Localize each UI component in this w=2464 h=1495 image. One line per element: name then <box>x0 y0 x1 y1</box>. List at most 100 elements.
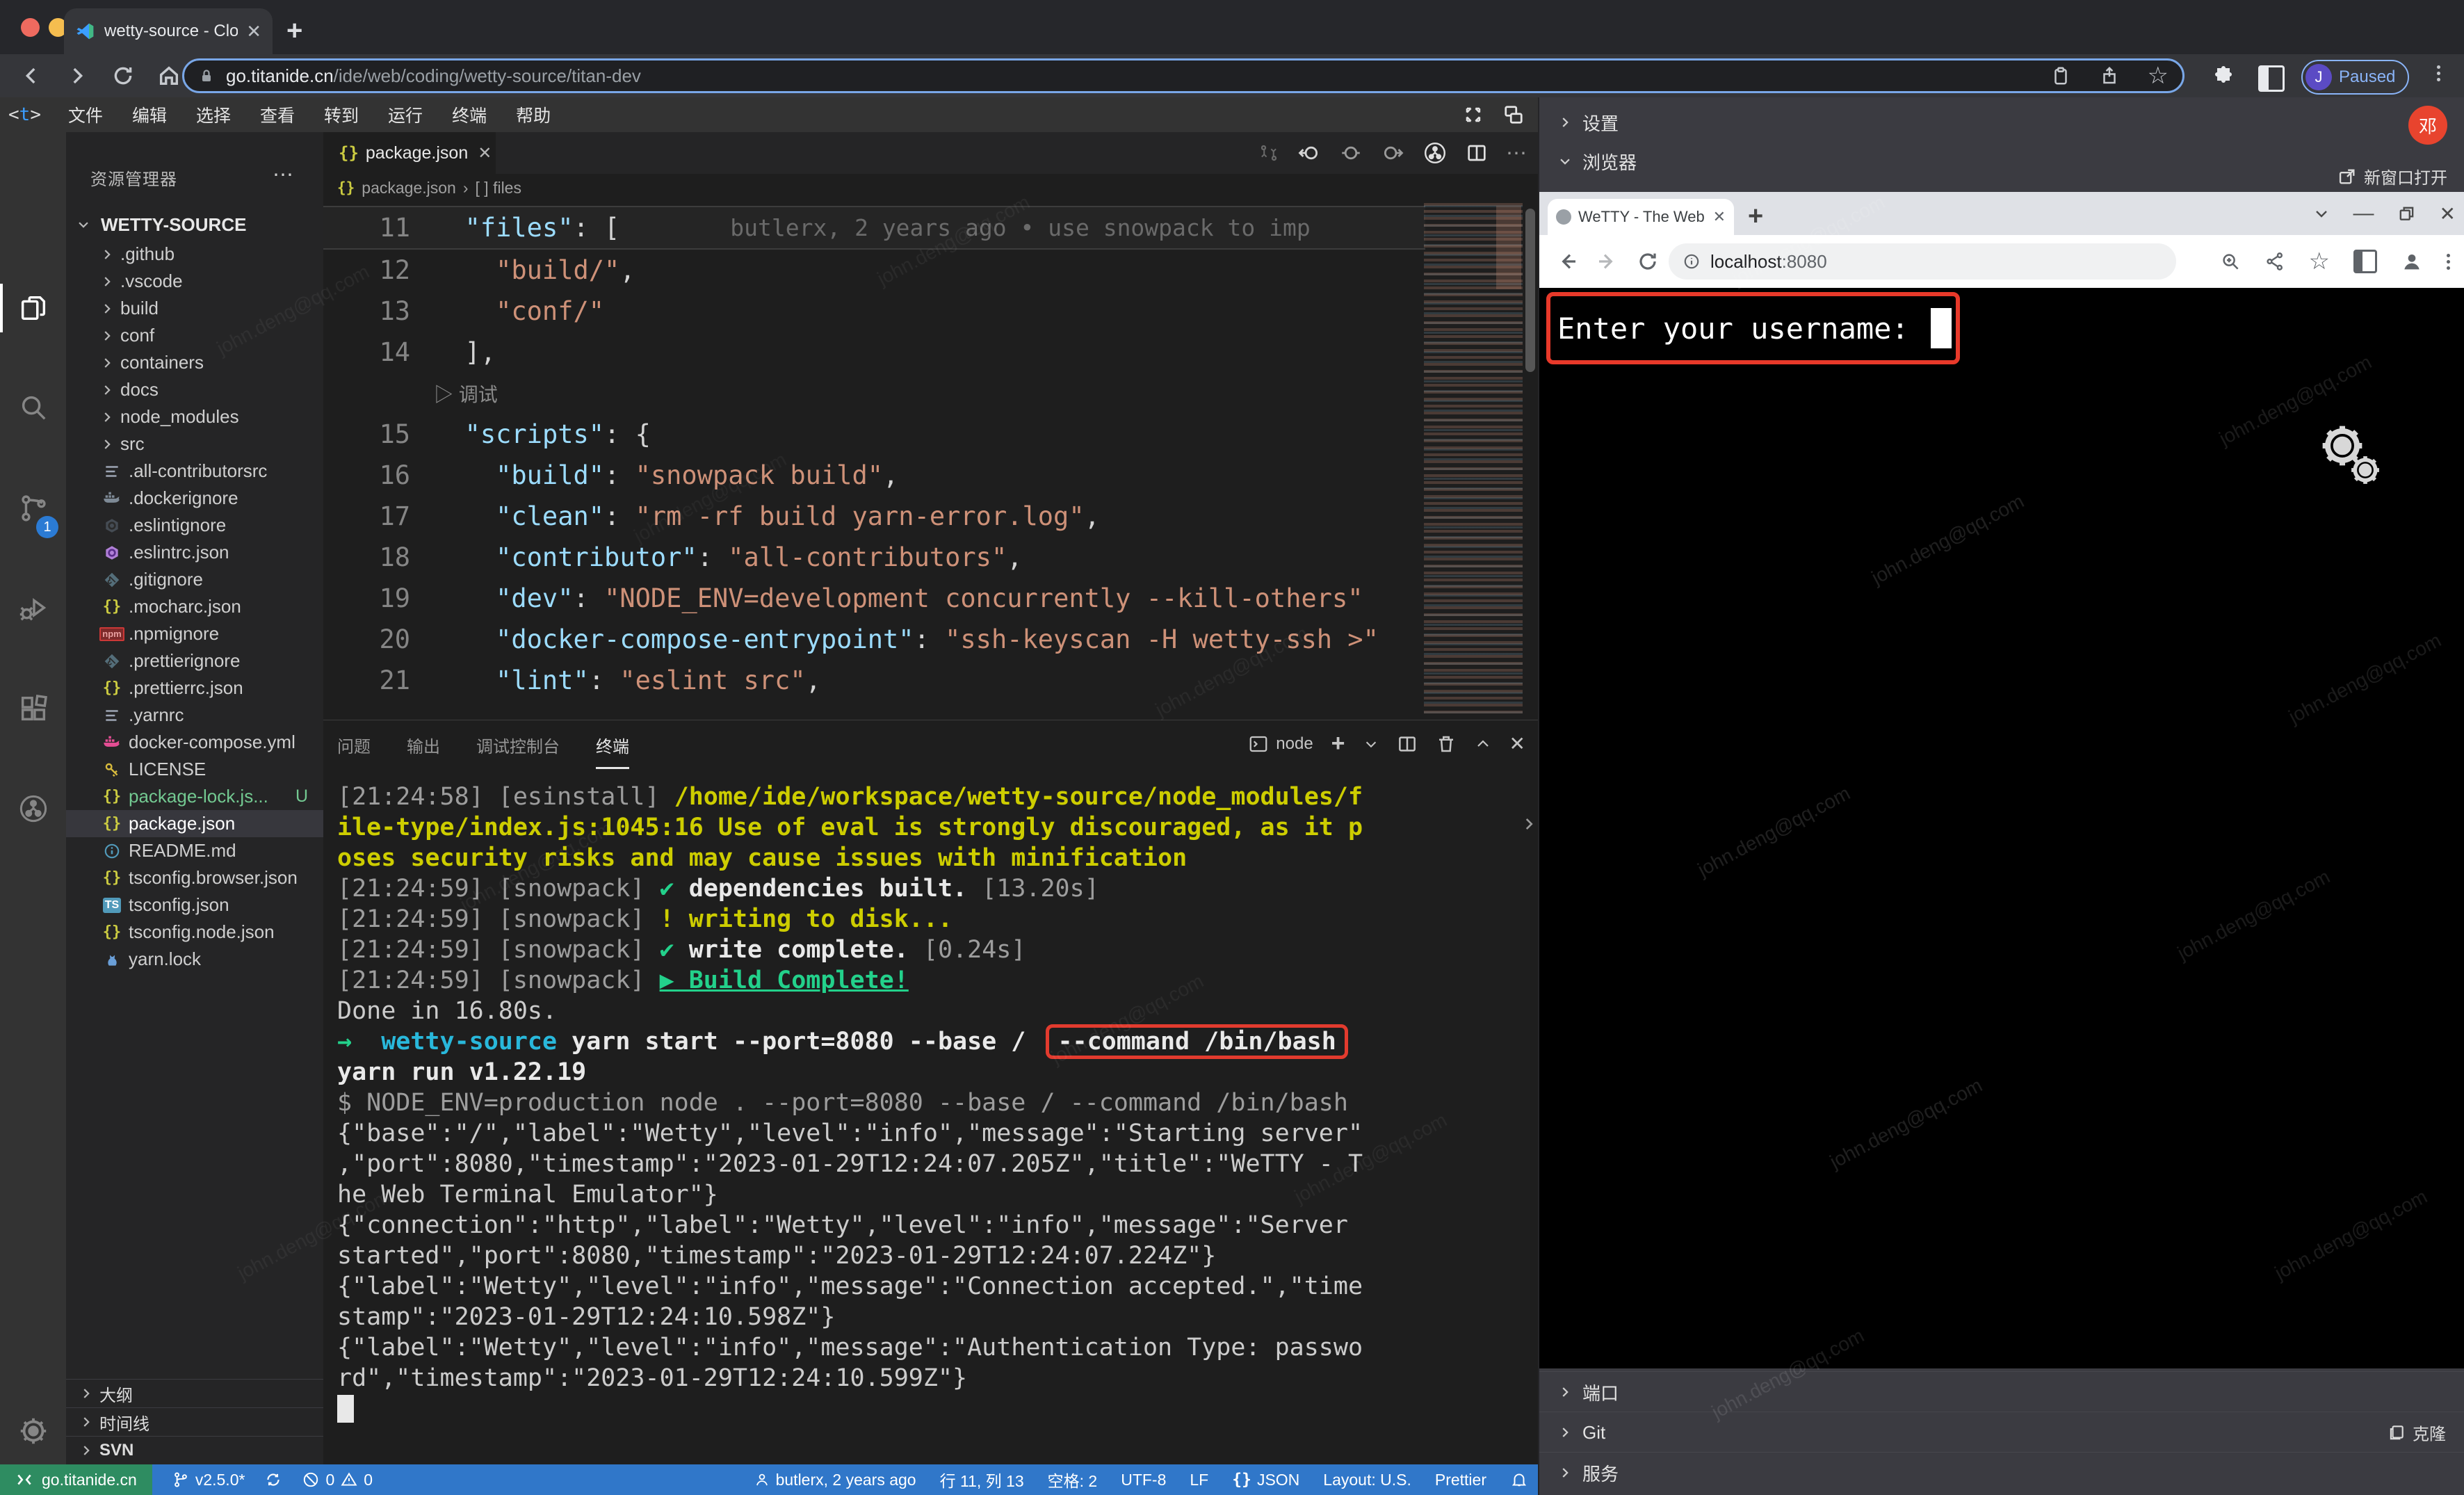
panel-tab-输出[interactable]: 输出 <box>407 733 440 769</box>
clone-button[interactable]: 克隆 <box>2388 1421 2446 1445</box>
new-tab-button[interactable]: + <box>286 15 302 47</box>
problems-status[interactable]: 0 0 <box>302 1471 373 1489</box>
code-line-16[interactable]: 16 "build": "snowpack build", <box>323 455 1425 496</box>
cursor-position[interactable]: 行 11, 列 13 <box>940 1468 1024 1492</box>
zoom-icon[interactable] <box>2220 251 2241 272</box>
side-panel-icon[interactable] <box>2258 65 2285 92</box>
panel-tab-问题[interactable]: 问题 <box>337 733 371 769</box>
layout-windows-icon[interactable] <box>1503 104 1524 125</box>
sync-status[interactable] <box>264 1471 282 1489</box>
nav-back-circle-icon[interactable] <box>1297 141 1321 165</box>
browser-menu-icon[interactable] <box>2437 63 2440 84</box>
code-line-18[interactable]: 18 "contributor": "all-contributors", <box>323 537 1425 578</box>
reload-icon[interactable] <box>111 64 135 88</box>
file-docker-compose.yml[interactable]: docker-compose.yml <box>66 729 323 756</box>
notifications-bell[interactable] <box>1510 1471 1528 1489</box>
address-bar[interactable]: go.titanide.cn/ide/web/coding/wetty-sour… <box>182 58 2185 93</box>
nav-forward-circle-icon[interactable] <box>1381 141 1404 165</box>
file-package-lock.js...[interactable]: {}package-lock.js...U <box>66 783 323 810</box>
bookmark-star-icon[interactable]: ☆ <box>2148 64 2169 88</box>
code-line-15[interactable]: 15 "scripts": { <box>323 414 1425 455</box>
forward-icon[interactable] <box>65 64 89 88</box>
file-.dockerignore[interactable]: .dockerignore <box>66 485 323 512</box>
settings-gear-icon[interactable] <box>17 1415 49 1447</box>
file-.npmignore[interactable]: npm.npmignore <box>66 620 323 647</box>
folder-node_modules[interactable]: node_modules <box>66 403 323 430</box>
open-new-window-button[interactable]: 新窗口打开 <box>2337 164 2447 188</box>
search-icon[interactable] <box>17 391 49 423</box>
tab-close-icon[interactable]: ✕ <box>246 21 261 42</box>
file-.mocharc.json[interactable]: {}.mocharc.json <box>66 593 323 620</box>
profile-button[interactable]: J Paused <box>2301 60 2409 95</box>
sidebar-section-SVN[interactable]: SVN <box>66 1436 323 1464</box>
shell-selector[interactable]: node <box>1248 734 1313 754</box>
editor-tab-packagejson[interactable]: {} package.json ✕ <box>323 132 496 174</box>
fork-circle-icon[interactable] <box>1423 140 1448 165</box>
formatter-status[interactable]: Prettier <box>1435 1471 1486 1489</box>
folder-conf[interactable]: conf <box>66 322 323 349</box>
folder-.vscode[interactable]: .vscode <box>66 268 323 295</box>
menu-item-0[interactable]: 文件 <box>54 102 117 127</box>
file-.eslintignore[interactable]: .eslintignore <box>66 512 323 539</box>
embedded-address-bar[interactable]: localhost:8080 <box>1669 243 2176 280</box>
embedded-restore-icon[interactable] <box>2398 204 2416 223</box>
file-package.json[interactable]: {}package.json <box>66 810 323 837</box>
git-section-header[interactable]: Git 克隆 <box>1539 1412 2464 1453</box>
panel-tab-终端[interactable]: 终端 <box>596 733 629 769</box>
menu-item-1[interactable]: 编辑 <box>117 102 181 127</box>
embedded-close-icon[interactable]: ✕ <box>2440 202 2456 225</box>
file-LICENSE[interactable]: LICENSE <box>66 756 323 783</box>
wetty-settings-gears-icon[interactable] <box>2317 420 2383 488</box>
codelens-row[interactable]: ▷ 调试 <box>323 373 1425 414</box>
editor-tab-close-icon[interactable]: ✕ <box>478 143 492 163</box>
extensions-icon[interactable] <box>17 693 49 725</box>
code-line-20[interactable]: 20 "docker-compose-entrypoint": "ssh-key… <box>323 619 1425 660</box>
share-icon[interactable] <box>2099 65 2120 86</box>
menu-item-3[interactable]: 查看 <box>245 102 309 127</box>
split-terminal-icon[interactable] <box>1397 734 1418 754</box>
encoding-status[interactable]: UTF-8 <box>1121 1471 1166 1489</box>
close-window-button[interactable] <box>21 18 40 37</box>
editor-scrollbar[interactable] <box>1525 209 1535 372</box>
remote-fork-icon[interactable] <box>17 793 49 825</box>
folder-docs[interactable]: docs <box>66 376 323 403</box>
sidebar-section-大纲[interactable]: 大纲 <box>66 1379 323 1407</box>
panel-expand-chevron-icon[interactable] <box>1520 810 1538 838</box>
embedded-browser-tab[interactable]: WeTTY - The Web Terminal ✕ <box>1548 199 1734 235</box>
menu-item-6[interactable]: 终端 <box>437 102 501 127</box>
explorer-icon[interactable] <box>17 292 49 324</box>
file-.prettierignore[interactable]: .prettierignore <box>66 647 323 674</box>
settings-section-header[interactable]: 设置 <box>1539 103 2464 142</box>
ports-section-header[interactable]: 端口 <box>1539 1371 2464 1412</box>
file-.prettierrc.json[interactable]: {}.prettierrc.json <box>66 674 323 702</box>
file-.all-contributorsrc[interactable]: .all-contributorsrc <box>66 458 323 485</box>
terminal-output[interactable]: [21:24:58] [esinstall] /home/ide/workspa… <box>337 782 1519 1424</box>
file-.eslintrc.json[interactable]: .eslintrc.json <box>66 539 323 566</box>
panel-tab-调试控制台[interactable]: 调试控制台 <box>476 733 560 769</box>
menu-item-2[interactable]: 选择 <box>181 102 245 127</box>
fullscreen-icon[interactable] <box>1463 104 1484 125</box>
embedded-new-tab-icon[interactable]: + <box>1748 202 1763 232</box>
home-icon[interactable] <box>157 64 181 88</box>
embedded-forward-icon[interactable] <box>1596 250 1619 273</box>
menu-item-5[interactable]: 运行 <box>373 102 437 127</box>
explorer-more-icon[interactable]: ⋯ <box>273 163 295 187</box>
sidebar-section-时间线[interactable]: 时间线 <box>66 1407 323 1436</box>
menu-item-4[interactable]: 转到 <box>309 102 373 127</box>
kill-terminal-trash-icon[interactable] <box>1436 734 1457 754</box>
embedded-back-icon[interactable] <box>1556 250 1578 273</box>
embedded-profile-icon[interactable] <box>2401 250 2423 273</box>
browser-section-header[interactable]: 浏览器 <box>1539 142 2464 181</box>
branch-status[interactable]: v2.5.0* <box>172 1471 245 1489</box>
extensions-puzzle-icon[interactable] <box>2211 64 2236 89</box>
code-line-19[interactable]: 19 "dev": "NODE_ENV=development concurre… <box>323 578 1425 619</box>
browser-tab[interactable]: wetty-source - CloudIDE ✕ <box>64 8 273 54</box>
code-line-21[interactable]: 21 "lint": "eslint src", <box>323 660 1425 701</box>
back-icon[interactable] <box>19 64 43 88</box>
embedded-minimize-icon[interactable]: — <box>2353 202 2374 225</box>
split-editor-icon[interactable] <box>1466 142 1488 164</box>
services-section-header[interactable]: 服务 <box>1539 1452 2464 1493</box>
code-line-13[interactable]: 13 "conf/" <box>323 291 1425 332</box>
code-line-12[interactable]: 12 "build/", <box>323 250 1425 291</box>
file-tsconfig.node.json[interactable]: {}tsconfig.node.json <box>66 919 323 946</box>
